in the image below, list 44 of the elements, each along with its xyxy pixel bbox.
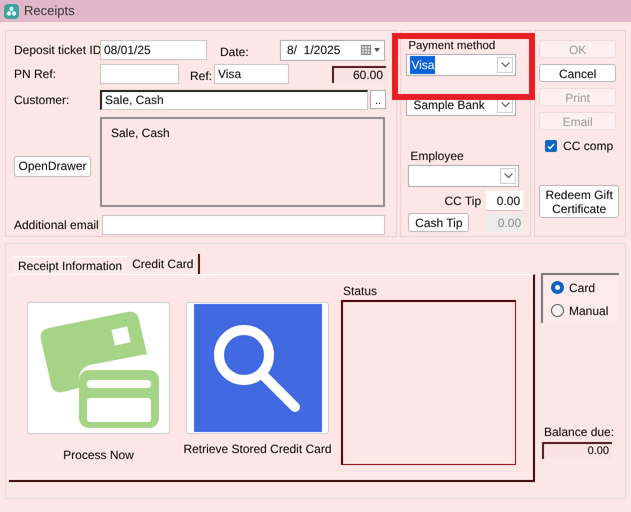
tile-label: Retrieve Stored Credit Card [183,441,332,458]
payment-method-combo[interactable]: Visa [406,54,516,76]
date-picker[interactable]: 8/ 1/2025 [280,40,385,60]
tab[interactable]: Receipt Information [13,256,128,274]
app-icon [4,4,19,18]
field-label: Payment method [408,40,496,53]
customer-address-box: Sale, Cash [100,117,385,207]
process-now-tile[interactable] [27,302,170,434]
browse-button[interactable]: .. [370,90,386,109]
action-button[interactable]: Cancel [539,64,616,82]
radio-label: Card [569,280,596,296]
radio-button[interactable] [551,304,564,317]
customer-field[interactable]: Sale, Cash [100,90,368,110]
cc-tip-field[interactable]: 0.00 [486,191,524,211]
status-label: Status [343,285,378,298]
retrieve-card-tile[interactable] [186,302,329,434]
balance-due-label: Balance due: [544,424,616,441]
radio-button[interactable] [551,281,564,294]
field-label: CC Tip [444,193,482,210]
tile-label: Process Now [63,447,134,464]
redeem-button[interactable]: Redeem Gift Certificate [539,185,620,218]
search-icon [194,304,322,432]
field-label: Employee [410,150,465,163]
window-title: Receipts [24,2,75,20]
balance-due-field: 0.00 [542,442,612,459]
field-label: Ref: [190,68,214,85]
chevron-down-icon [500,168,516,184]
email-field[interactable] [102,214,385,234]
chevron-down-icon [497,57,514,73]
deposit-ticket-field[interactable]: 08/01/25 [100,40,207,60]
cash-tip-button[interactable]: Cash Tip [408,213,470,232]
cash-tip-field: 0.00 [486,214,524,232]
pn-ref-field[interactable] [100,64,179,84]
field-label: Date: [220,44,250,61]
open-drawer-button[interactable]: OpenDrawer [14,156,91,176]
ref-field[interactable]: Visa [214,64,289,84]
field-label: Additional email [14,216,100,234]
amount-field: 60.00 [332,66,386,82]
field-label: Customer: [14,92,70,108]
radio-label: Manual [569,302,608,320]
calendar-icon [361,45,381,55]
cc-comp-checkbox[interactable] [545,140,558,152]
field-label: PN Ref: [14,66,58,83]
checkbox-label: CC comp [563,138,614,155]
